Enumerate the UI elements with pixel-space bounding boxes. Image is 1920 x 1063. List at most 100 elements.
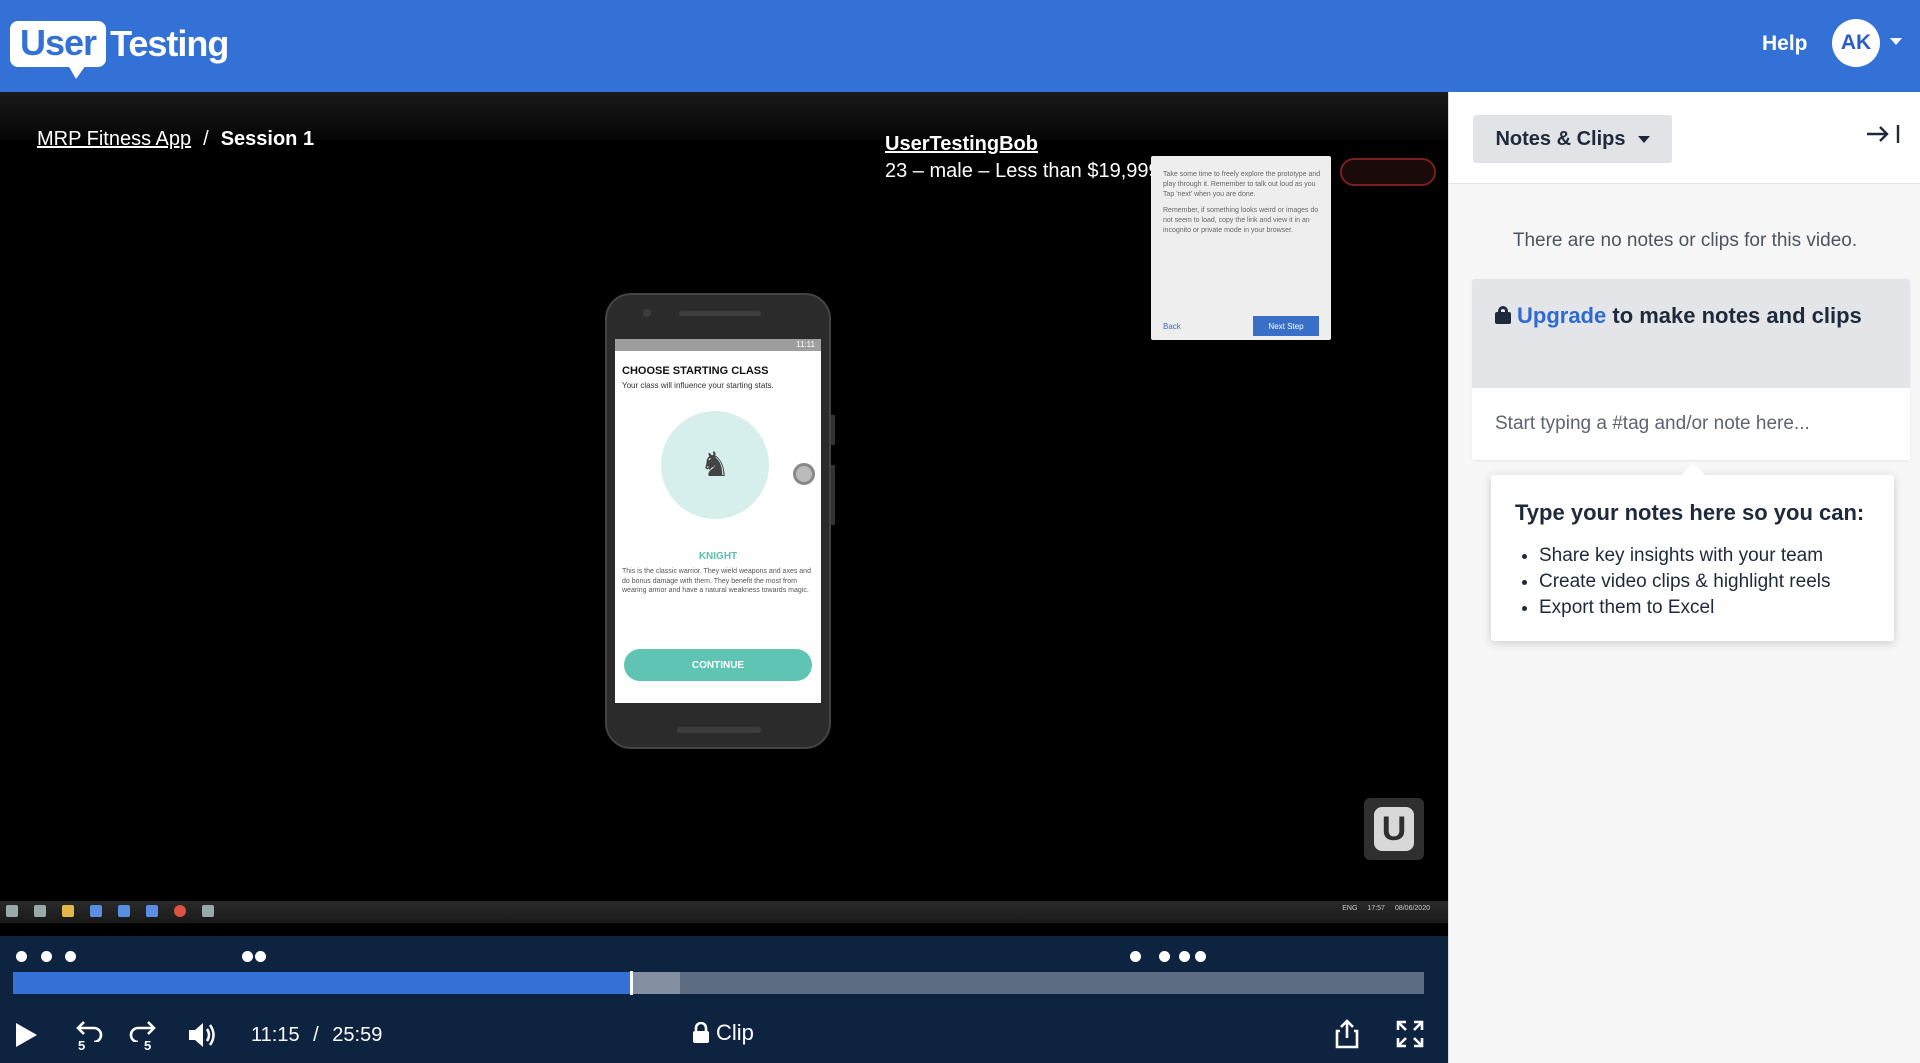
timeline-note-marker[interactable] — [1194, 951, 1206, 962]
note-markers — [0, 948, 1448, 964]
class-name: KNIGHT — [698, 551, 738, 562]
usertesting-logo[interactable]: User Testing — [10, 18, 229, 79]
taskbar-icons — [6, 905, 214, 917]
breadcrumb-separator: / — [203, 128, 209, 150]
phone-screen: 11:11 CHOOSE STARTING CLASS Your class w… — [615, 339, 821, 703]
forward-5-button[interactable]: 5 — [126, 1018, 158, 1054]
watermark-letter: U — [1374, 807, 1414, 851]
share-icon[interactable] — [1334, 1018, 1360, 1050]
rewind-seconds: 5 — [78, 1038, 86, 1053]
class-description: This is the classic warrior. They wield … — [622, 568, 811, 594]
chevron-down-icon — [1637, 135, 1650, 143]
timeline-note-marker[interactable] — [241, 951, 253, 962]
task-next-step-button: Next Step — [1253, 316, 1319, 336]
task-back-link: Back — [1163, 322, 1181, 331]
dropdown-label: Notes & Clips — [1495, 127, 1626, 150]
fast-forward-icon — [129, 1021, 156, 1044]
class-screen-subtitle: Your class will influence your starting … — [622, 381, 774, 390]
fullscreen-icon[interactable] — [1396, 1020, 1424, 1048]
task-instructions-panel: Take some time to freely explore the pro… — [1151, 156, 1331, 340]
start-icon — [6, 905, 18, 917]
current-time: 11:15 — [251, 1024, 300, 1046]
phone-home-bar — [677, 727, 761, 733]
notes-clips-dropdown[interactable]: Notes & Clips — [1473, 115, 1672, 163]
phone-power-button — [831, 465, 835, 525]
account-menu-caret-icon[interactable] — [1890, 38, 1902, 45]
task-instructions-text: Take some time to freely explore the pro… — [1163, 170, 1323, 236]
volume-icon[interactable] — [186, 1020, 218, 1050]
knight-avatar-icon: ♞ — [661, 411, 769, 519]
phone-status-bar: 11:11 — [615, 339, 821, 351]
total-duration: 25:59 — [332, 1024, 383, 1046]
user-avatar[interactable]: AK — [1832, 19, 1880, 67]
tray-time: 17:57 — [1367, 905, 1385, 912]
usertesting-watermark-icon: U — [1364, 798, 1424, 860]
phone-speaker — [679, 311, 761, 316]
app-icon — [118, 905, 130, 917]
breadcrumb-session: Session 1 — [220, 128, 315, 150]
breadcrumb: MRP Fitness App / Session 1 — [37, 128, 314, 151]
logo-user-text: User — [10, 21, 107, 79]
upgrade-link[interactable]: Upgrade — [1517, 303, 1606, 328]
task-view-icon — [34, 905, 46, 917]
upgrade-rest: to make notes and clips — [1606, 303, 1862, 328]
system-tray: ENG 17:57 08/06/2020 — [1342, 905, 1430, 912]
upgrade-message: Upgrade to make notes and clips — [1495, 301, 1875, 331]
task-text-2: Remember, if something looks weird or im… — [1163, 207, 1319, 234]
tray-language: ENG — [1342, 905, 1358, 912]
clip-button[interactable]: Clip — [692, 1020, 754, 1046]
progress-bar[interactable] — [13, 971, 1424, 995]
play-icon[interactable] — [12, 1020, 40, 1050]
file-explorer-icon — [62, 905, 74, 917]
player-controls: 5 5 11:15 / 25:59 Clip — [0, 936, 1448, 1063]
video-player[interactable]: MRP Fitness App / Session 1 UserTestingB… — [0, 92, 1448, 936]
recording-indicator — [1340, 158, 1436, 186]
class-screen-title: CHOOSE STARTING CLASS — [622, 365, 769, 377]
tip-item: Create video clips & highlight reels — [1539, 569, 1831, 595]
tip-title: Type your notes here so you can: — [1515, 500, 1865, 525]
panel-header: Notes & Clips — [1449, 92, 1920, 184]
continue-button: CONTINUE — [624, 649, 812, 681]
tip-list: Share key insights with your team Create… — [1539, 543, 1831, 621]
timeline-note-marker[interactable] — [254, 951, 266, 962]
progress-scrubber-handle[interactable] — [629, 971, 633, 995]
recorded-windows-taskbar: ENG 17:57 08/06/2020 — [0, 901, 1448, 923]
help-link[interactable]: Help — [1762, 32, 1808, 56]
tip-item: Share key insights with your team — [1539, 543, 1831, 569]
timeline-note-marker[interactable] — [1158, 951, 1170, 962]
breadcrumb-project-link[interactable]: MRP Fitness App — [37, 128, 191, 151]
tester-name-link[interactable]: UserTestingBob — [885, 131, 1324, 158]
clip-label: Clip — [716, 1020, 754, 1045]
task-text-1: Take some time to freely explore the pro… — [1163, 171, 1321, 198]
playback-time: 11:15 / 25:59 — [251, 1024, 382, 1047]
phone-volume-button — [831, 415, 835, 445]
time-separator: / — [313, 1024, 319, 1046]
rewind-5-button[interactable]: 5 — [74, 1018, 106, 1054]
forward-seconds: 5 — [144, 1038, 152, 1053]
window-icon — [202, 905, 214, 917]
upgrade-note-box: Upgrade to make notes and clips — [1472, 279, 1910, 460]
logo-testing-text: Testing — [110, 23, 229, 64]
timeline-note-marker[interactable] — [40, 951, 52, 962]
chrome-icon — [174, 905, 186, 917]
note-input[interactable] — [1472, 388, 1910, 460]
timeline-note-marker[interactable] — [1129, 951, 1141, 962]
tray-date: 08/06/2020 — [1394, 905, 1430, 912]
progress-played — [13, 972, 631, 994]
notes-side-panel: Notes & Clips There are no notes or clip… — [1448, 92, 1920, 1063]
tip-item: Export them to Excel — [1539, 595, 1831, 621]
pen-icon — [146, 905, 158, 917]
lock-icon — [693, 1022, 709, 1043]
timeline-note-marker[interactable] — [64, 951, 76, 962]
cursor-touch-indicator — [793, 463, 815, 485]
browser-icon — [90, 905, 102, 917]
timeline-note-marker[interactable] — [1178, 951, 1190, 962]
phone-mockup: 11:11 CHOOSE STARTING CLASS Your class w… — [605, 293, 835, 749]
lock-icon — [1495, 306, 1511, 324]
timeline-note-marker[interactable] — [15, 951, 27, 962]
empty-notes-message: There are no notes or clips for this vid… — [1512, 230, 1858, 251]
phone-camera — [643, 309, 651, 317]
top-nav-bar: User Testing Help AK — [0, 0, 1920, 92]
notes-tip-popover: Type your notes here so you can: Share k… — [1491, 463, 1894, 641]
collapse-panel-icon[interactable] — [1865, 122, 1901, 146]
